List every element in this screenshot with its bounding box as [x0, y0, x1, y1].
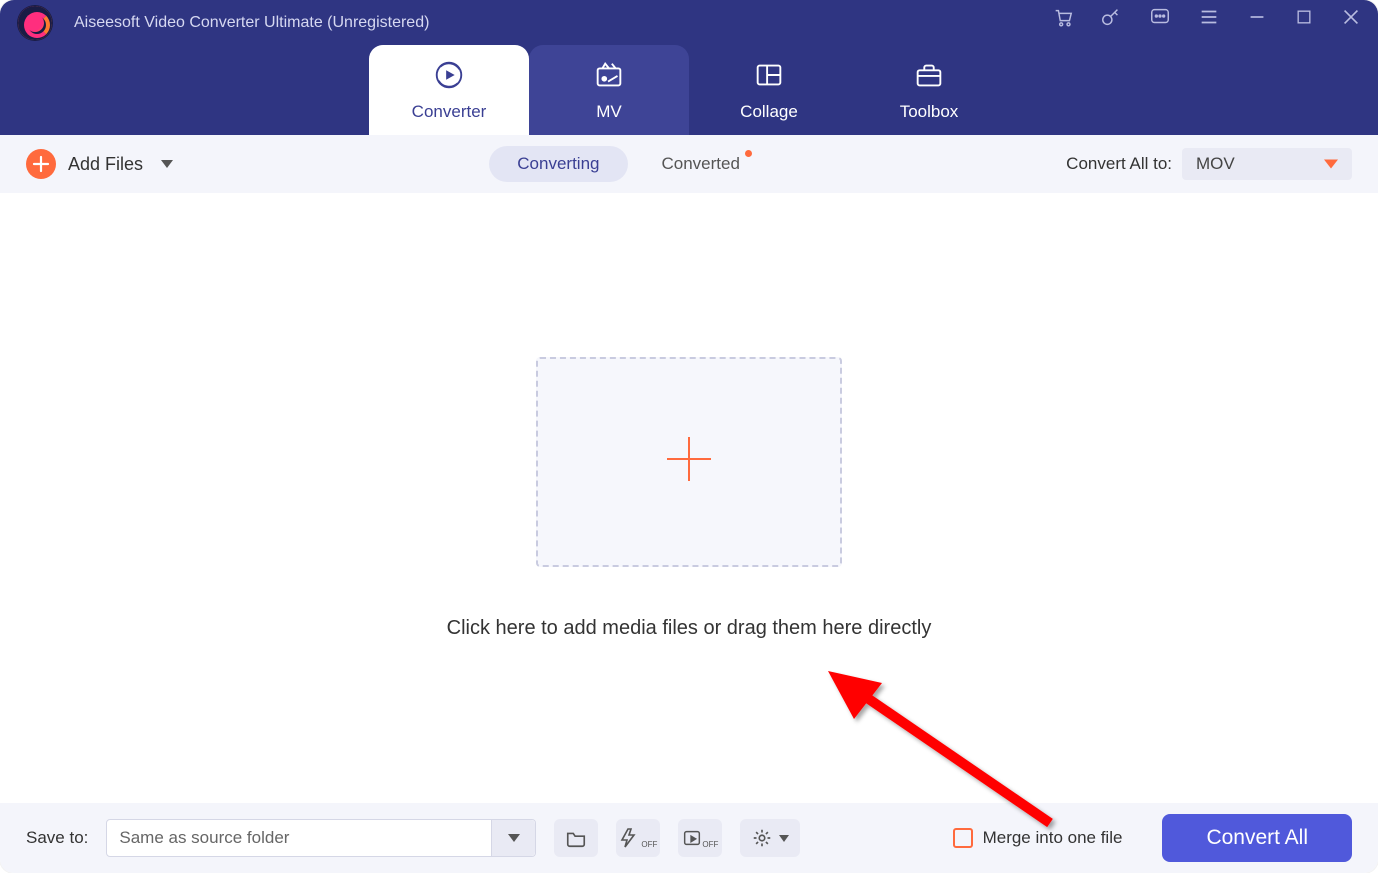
- add-plus-icon: [661, 431, 717, 492]
- converter-icon: [432, 58, 466, 92]
- tab-mv-label: MV: [596, 102, 622, 122]
- off-indicator: OFF: [641, 840, 657, 849]
- output-format-value: MOV: [1196, 154, 1235, 173]
- convert-all-to-label: Convert All to:: [1066, 154, 1172, 174]
- toolbox-icon: [912, 58, 946, 92]
- tab-converter[interactable]: Converter: [369, 45, 529, 135]
- feedback-icon[interactable]: [1148, 6, 1172, 28]
- menu-icon[interactable]: [1198, 6, 1220, 28]
- notification-dot-icon: [745, 150, 752, 157]
- save-folder-value: Same as source folder: [119, 828, 289, 848]
- tab-mv[interactable]: MV: [529, 45, 689, 135]
- merge-label: Merge into one file: [983, 828, 1123, 848]
- convert-all-to: Convert All to: MOV: [1066, 148, 1352, 180]
- save-folder-select[interactable]: Same as source folder: [106, 819, 536, 857]
- tab-toolbox[interactable]: Toolbox: [849, 45, 1009, 135]
- minimize-icon[interactable]: [1246, 6, 1268, 28]
- drop-zone[interactable]: [536, 357, 842, 567]
- save-to-label: Save to:: [26, 828, 88, 848]
- status-converted-label: Converted: [662, 154, 740, 173]
- maximize-icon[interactable]: [1294, 7, 1314, 27]
- open-folder-button[interactable]: [554, 819, 598, 857]
- main-tabs: Converter MV Collage Toolbox: [0, 45, 1378, 135]
- window-controls: [1052, 6, 1362, 28]
- close-icon[interactable]: [1340, 6, 1362, 28]
- off-indicator: OFF: [702, 840, 718, 849]
- chevron-down-icon: [779, 835, 789, 842]
- status-tabs: Converting Converted: [489, 146, 750, 182]
- main-area: Click here to add media files or drag th…: [0, 193, 1378, 803]
- tab-collage-label: Collage: [740, 102, 798, 122]
- key-icon[interactable]: [1100, 6, 1122, 28]
- add-files-label: Add Files: [68, 154, 143, 175]
- checkbox-icon: [953, 828, 973, 848]
- merge-checkbox[interactable]: Merge into one file: [953, 828, 1123, 848]
- output-format-select[interactable]: MOV: [1182, 148, 1352, 180]
- tab-collage[interactable]: Collage: [689, 45, 849, 135]
- convert-all-button[interactable]: Convert All: [1162, 814, 1352, 862]
- app-window: Aiseesoft Video Converter Ultimate (Unre…: [0, 0, 1378, 873]
- drop-hint: Click here to add media files or drag th…: [447, 617, 932, 640]
- add-files-button[interactable]: Add Files: [26, 149, 173, 179]
- app-logo-icon: [18, 6, 52, 40]
- high-speed-button[interactable]: OFF: [678, 819, 722, 857]
- chevron-down-icon: [161, 160, 173, 168]
- footer: Save to: Same as source folder OFF OFF M…: [0, 803, 1378, 873]
- task-settings-button[interactable]: [740, 819, 800, 857]
- titlebar: Aiseesoft Video Converter Ultimate (Unre…: [0, 0, 1378, 135]
- plus-icon: [26, 149, 56, 179]
- cart-icon[interactable]: [1052, 6, 1074, 28]
- tab-toolbox-label: Toolbox: [900, 102, 959, 122]
- mv-icon: [592, 58, 626, 92]
- tab-converter-label: Converter: [412, 102, 487, 122]
- chevron-down-icon: [491, 820, 535, 856]
- collage-icon: [752, 58, 786, 92]
- app-title: Aiseesoft Video Converter Ultimate (Unre…: [74, 14, 429, 32]
- chevron-down-icon: [1324, 160, 1338, 169]
- toolbar: Add Files Converting Converted Convert A…: [0, 135, 1378, 193]
- status-converted[interactable]: Converted: [652, 146, 750, 182]
- status-converting[interactable]: Converting: [489, 146, 627, 182]
- gpu-acceleration-button[interactable]: OFF: [616, 819, 660, 857]
